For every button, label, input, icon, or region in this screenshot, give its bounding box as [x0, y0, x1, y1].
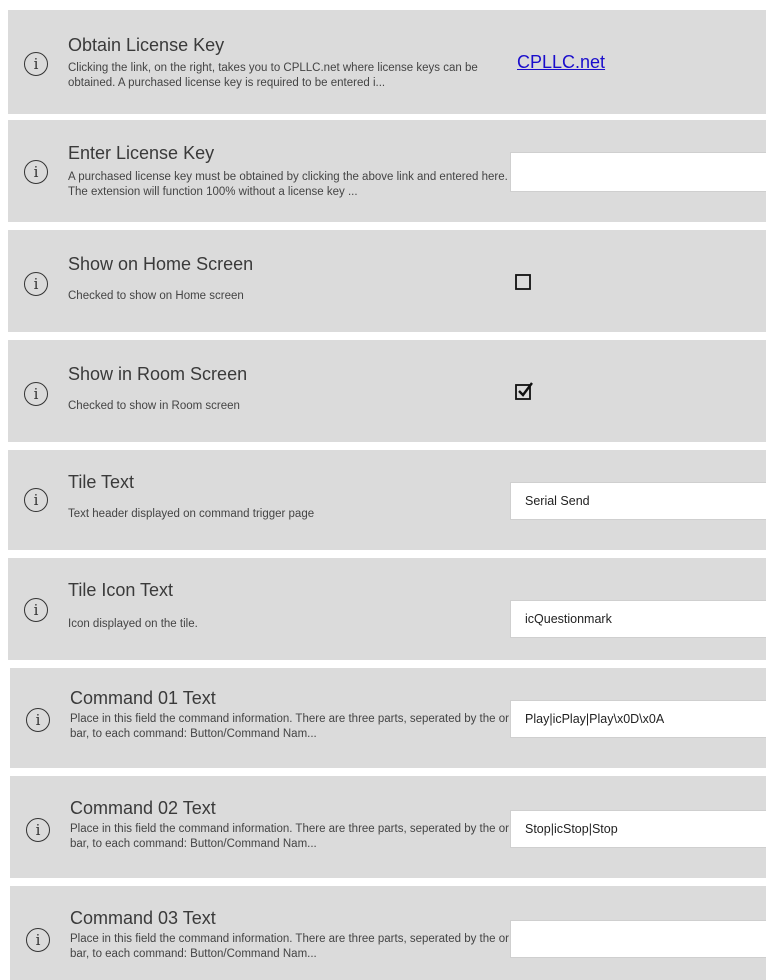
show-room-checkbox[interactable]: [515, 382, 533, 400]
command-02-input[interactable]: Stop|icStop|Stop: [510, 810, 766, 848]
setting-description: A purchased license key must be obtained…: [68, 171, 508, 198]
setting-description: Place in this field the command informat…: [70, 933, 509, 960]
info-icon[interactable]: i: [24, 488, 48, 512]
setting-description: Icon displayed on the tile.: [68, 618, 198, 630]
info-icon[interactable]: i: [24, 598, 48, 622]
license-key-input[interactable]: [510, 152, 766, 192]
info-icon[interactable]: i: [24, 160, 48, 184]
cpllc-link[interactable]: CPLLC.net: [517, 52, 605, 73]
setting-row-show-in-room-screen: i Show in Room Screen Checked to show in…: [8, 340, 766, 442]
info-icon[interactable]: i: [24, 52, 48, 76]
info-icon[interactable]: i: [24, 382, 48, 406]
setting-description: Text header displayed on command trigger…: [68, 508, 315, 520]
show-home-checkbox[interactable]: [515, 274, 531, 290]
setting-title: Tile Text: [68, 472, 135, 492]
setting-row-show-on-home-screen: i Show on Home Screen Checked to show on…: [8, 230, 766, 332]
setting-description: Checked to show on Home screen: [68, 290, 244, 302]
setting-row-obtain-license-key: i Obtain License Key Clicking the link, …: [8, 10, 766, 114]
setting-description: Place in this field the command informat…: [70, 823, 509, 850]
command-03-input[interactable]: [510, 920, 766, 958]
setting-row-command-03: i Command 03 Text Place in this field th…: [10, 886, 766, 980]
info-icon[interactable]: i: [24, 272, 48, 296]
setting-title: Command 01 Text: [70, 688, 216, 708]
setting-title: Obtain License Key: [68, 35, 225, 55]
info-icon[interactable]: i: [26, 928, 50, 952]
setting-row-tile-icon-text: i Tile Icon Text Icon displayed on the t…: [8, 558, 766, 660]
setting-description: Place in this field the command informat…: [70, 713, 509, 740]
setting-title: Enter License Key: [68, 143, 215, 163]
setting-title: Show in Room Screen: [68, 364, 248, 384]
setting-title: Show on Home Screen: [68, 254, 254, 274]
command-01-input[interactable]: Play|icPlay|Play\x0D\x0A: [510, 700, 766, 738]
tile-icon-input[interactable]: icQuestionmark: [510, 600, 766, 638]
setting-title: Command 02 Text: [70, 798, 216, 818]
setting-title: Tile Icon Text: [68, 580, 174, 600]
setting-row-command-02: i Command 02 Text Place in this field th…: [10, 776, 766, 878]
tile-text-input[interactable]: Serial Send: [510, 482, 766, 520]
setting-title: Command 03 Text: [70, 908, 216, 928]
setting-row-tile-text: i Tile Text Text header displayed on com…: [8, 450, 766, 550]
setting-row-command-01: i Command 01 Text Place in this field th…: [10, 668, 766, 768]
setting-description: Clicking the link, on the right, takes y…: [68, 62, 478, 89]
setting-description: Checked to show in Room screen: [68, 400, 240, 412]
info-icon[interactable]: i: [26, 708, 50, 732]
info-icon[interactable]: i: [26, 818, 50, 842]
setting-row-enter-license-key: i Enter License Key A purchased license …: [8, 120, 766, 222]
